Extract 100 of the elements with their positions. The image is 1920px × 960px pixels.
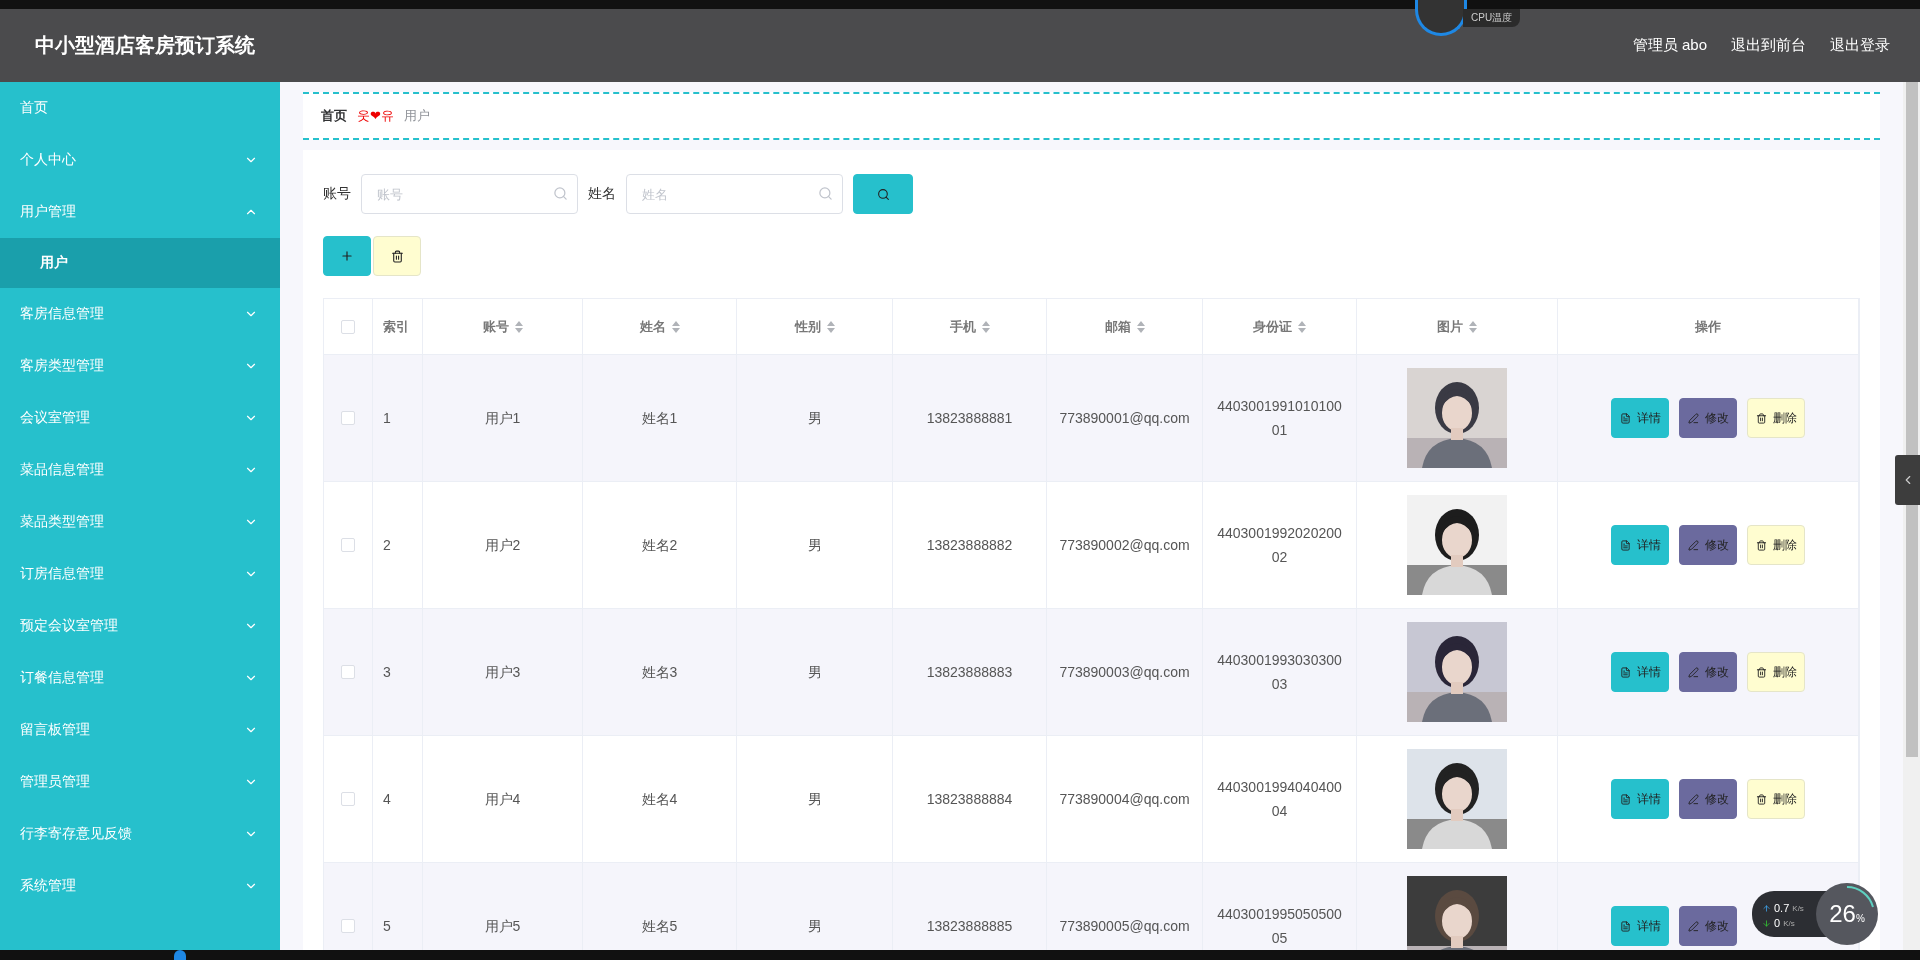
table-cell-text: 773890003@qq.com — [1059, 663, 1190, 682]
table-cell-text: 773890001@qq.com — [1059, 409, 1190, 428]
table-cell-text: 440300199404040004 — [1216, 778, 1343, 821]
sidebar-item[interactable]: 订餐信息管理 — [0, 652, 280, 704]
edit-button[interactable]: 修改 — [1679, 906, 1737, 946]
table-cell-text: 姓名1 — [641, 409, 678, 428]
breadcrumb-home[interactable]: 首页 — [321, 107, 347, 125]
scrollbar[interactable] — [1903, 82, 1920, 950]
edit-button[interactable]: 修改 — [1679, 779, 1737, 819]
delete-button[interactable]: 删除 — [1747, 525, 1805, 565]
sidebar-item[interactable]: 菜品信息管理 — [0, 444, 280, 496]
table-cell-text: 姓名2 — [641, 536, 678, 555]
row-checkbox[interactable] — [341, 665, 355, 679]
row-checkbox[interactable] — [341, 792, 355, 806]
pen-icon — [1687, 412, 1699, 424]
details-button[interactable]: 详情 — [1611, 652, 1669, 692]
sidebar-item[interactable]: 订房信息管理 — [0, 548, 280, 600]
speed-unit: K/s — [1783, 918, 1795, 928]
field-label: 姓名 — [588, 185, 616, 203]
table-cell-text: 13823888883 — [926, 663, 1013, 682]
search-field[interactable]: 姓名 — [626, 174, 843, 214]
table-cell-text: 1 — [383, 409, 391, 428]
trash-icon — [390, 249, 404, 263]
edit-button[interactable]: 修改 — [1679, 525, 1737, 565]
details-button[interactable]: 详情 — [1611, 525, 1669, 565]
table-cell-text: 4 — [383, 790, 391, 809]
search-field[interactable]: 账号 — [361, 174, 578, 214]
speed-unit: K/s — [1792, 903, 1804, 913]
sidebar-item[interactable]: 客房信息管理 — [0, 288, 280, 340]
trash-icon — [1755, 412, 1767, 424]
details-button[interactable]: 详情 — [1611, 779, 1669, 819]
table-cell-text: 5 — [383, 917, 391, 936]
header-link[interactable]: 退出到前台 — [1731, 36, 1806, 55]
row-checkbox[interactable] — [341, 411, 355, 425]
table-cell-text: 13823888882 — [926, 536, 1013, 555]
table-cell-text: 用户1 — [484, 409, 521, 428]
pen-icon — [1687, 920, 1699, 932]
sidebar-item[interactable]: 管理员管理 — [0, 756, 280, 808]
sidebar-item[interactable]: 菜品类型管理 — [0, 496, 280, 548]
header-link[interactable]: 退出登录 — [1830, 36, 1890, 55]
pen-icon — [1687, 539, 1699, 551]
search-button[interactable] — [853, 174, 913, 214]
upload-icon — [1762, 903, 1771, 913]
sidebar-item[interactable]: 首页 — [0, 82, 280, 134]
table-cell-text: 13823888884 — [926, 790, 1013, 809]
edit-button[interactable]: 修改 — [1679, 398, 1737, 438]
trash-icon — [1755, 793, 1767, 805]
upload-speed: 0.7 — [1774, 902, 1790, 914]
edit-button[interactable]: 修改 — [1679, 652, 1737, 692]
table-cell-text: 13823888881 — [926, 409, 1013, 428]
trash-icon — [1755, 539, 1767, 551]
sidebar-item[interactable]: 会议室管理 — [0, 392, 280, 444]
table-cell-text: 用户4 — [484, 790, 521, 809]
delete-button[interactable]: 删除 — [1747, 779, 1805, 819]
row-checkbox[interactable] — [341, 919, 355, 933]
table-cell-text: 姓名3 — [641, 663, 678, 682]
table-cell-text: 773890002@qq.com — [1059, 536, 1190, 555]
table-cell-text: 用户2 — [484, 536, 521, 555]
table-cell-text: 440300199202020002 — [1216, 524, 1343, 567]
plus-icon — [340, 249, 354, 263]
sidebar-item[interactable]: 行李寄存意见反馈 — [0, 808, 280, 860]
sidebar-subitem[interactable]: 用户 — [0, 238, 280, 288]
collapse-tab[interactable] — [1895, 455, 1920, 505]
table-cell-text: 姓名5 — [641, 917, 678, 936]
sort-icon — [671, 320, 680, 333]
details-button[interactable]: 详情 — [1611, 398, 1669, 438]
details-button[interactable]: 详情 — [1611, 906, 1669, 946]
sidebar-item[interactable]: 预定会议室管理 — [0, 600, 280, 652]
sort-icon — [1469, 320, 1477, 333]
delete-button[interactable]: 删除 — [1747, 398, 1805, 438]
pen-icon — [1687, 793, 1699, 805]
sidebar-item[interactable]: 客房类型管理 — [0, 340, 280, 392]
search-icon — [818, 186, 833, 201]
field-label: 账号 — [323, 185, 351, 203]
header-link[interactable]: 管理员 abo — [1632, 36, 1707, 55]
delete-button[interactable]: 删除 — [1747, 652, 1805, 692]
breadcrumb-separator: 웃❤유 — [357, 107, 394, 125]
table-cell-text: 男 — [807, 409, 822, 428]
table-cell-text: 13823888885 — [926, 917, 1013, 936]
table-cell-text: 440300199505050005 — [1216, 905, 1343, 948]
sort-icon — [1298, 320, 1306, 333]
row-checkbox[interactable] — [341, 538, 355, 552]
document-icon — [1619, 539, 1631, 551]
app-title: 中小型酒店客房预订系统 — [35, 33, 256, 58]
sort-icon — [514, 320, 523, 333]
sidebar-item[interactable]: 用户管理 — [0, 186, 280, 238]
table-cell-text: 用户5 — [484, 917, 521, 936]
trash-icon — [1755, 666, 1767, 678]
select-all-checkbox[interactable] — [341, 319, 355, 334]
delete-button[interactable] — [373, 236, 421, 276]
table-cell-text: 姓名4 — [641, 790, 678, 809]
sidebar-item[interactable]: 系统管理 — [0, 860, 280, 912]
table-cell-text: 用户3 — [484, 663, 521, 682]
sidebar-item[interactable]: 留言板管理 — [0, 704, 280, 756]
sort-icon — [1136, 320, 1145, 333]
sidebar-item[interactable]: 个人中心 — [0, 134, 280, 186]
pen-icon — [1687, 666, 1699, 678]
document-icon — [1619, 793, 1631, 805]
sort-icon — [826, 320, 835, 333]
table-cell-text: 3 — [383, 663, 391, 682]
